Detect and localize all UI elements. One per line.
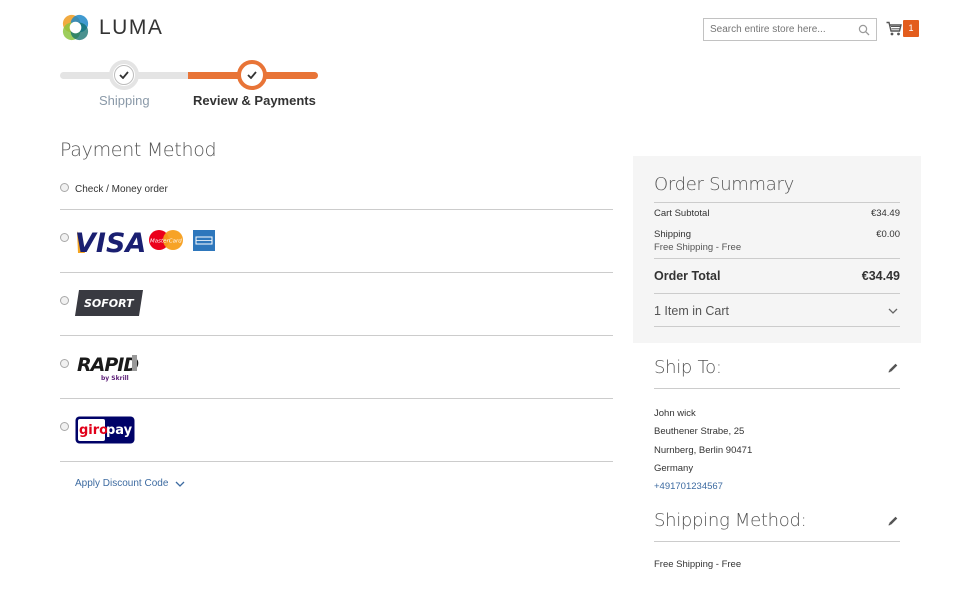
minicart[interactable]: 1: [886, 20, 919, 37]
pencil-edit-icon[interactable]: [887, 515, 899, 527]
payment-option-label[interactable]: Check / Money order: [75, 184, 168, 195]
items-in-cart-label[interactable]: 1 Item in Cart: [654, 304, 729, 318]
shipping-method-title: Shipping Method:: [654, 510, 807, 531]
apply-discount-toggle[interactable]: Apply Discount Code: [75, 478, 185, 489]
apply-discount-label[interactable]: Apply Discount Code: [75, 478, 168, 489]
giro-logo-text: giro: [79, 423, 108, 438]
skrill-logo-text: by Skrill: [101, 375, 129, 382]
step-shipping-marker[interactable]: [109, 60, 139, 90]
checkout-progress: Shipping Review & Payments: [60, 60, 320, 112]
search-input[interactable]: [710, 24, 858, 35]
address-phone[interactable]: +491701234567: [654, 478, 752, 496]
divider: [654, 388, 900, 389]
payment-radio[interactable]: [60, 359, 69, 368]
pay-logo-text: pay: [106, 423, 133, 438]
address-city: Nurnberg, Berlin 90471: [654, 444, 753, 456]
mastercard-logo-text: MasterCard: [150, 239, 182, 245]
address-country: Germany: [654, 462, 694, 474]
payment-option-giropay[interactable]: giro pay: [60, 399, 613, 462]
subtotal-row: Cart Subtotal €34.49: [654, 208, 900, 219]
payment-method-list: Check / Money order VISA MasterCard SOFO…: [60, 178, 613, 462]
payment-option-checkmo[interactable]: Check / Money order: [60, 178, 613, 210]
order-total-value: €34.49: [861, 269, 900, 283]
order-total-row: Order Total €34.49: [654, 269, 900, 283]
step-shipping-label[interactable]: Shipping: [99, 93, 150, 108]
shipping-row: Shipping €0.00: [654, 229, 900, 240]
chevron-down-icon[interactable]: [175, 481, 185, 487]
sofort-logo-icon: SOFORT: [75, 290, 143, 316]
divider: [654, 202, 900, 203]
payment-option-rapid[interactable]: RAPID by Skrill: [60, 336, 613, 399]
giropay-logo[interactable]: giro pay: [75, 416, 135, 449]
search-icon[interactable]: [858, 24, 870, 36]
checkmark-icon: [247, 71, 257, 79]
visa-mastercard-amex-logos: VISA MasterCard: [75, 228, 215, 259]
sofort-logo[interactable]: SOFORT: [75, 290, 143, 321]
giropay-logo-icon: giro pay: [75, 416, 135, 444]
payment-radio[interactable]: [60, 233, 69, 242]
step-review-label: Review & Payments: [193, 93, 316, 108]
shipping-method-header: Shipping Method:: [654, 510, 900, 531]
payment-option-sofort[interactable]: SOFORT: [60, 273, 613, 336]
chevron-down-icon[interactable]: [888, 308, 898, 314]
ship-to-title: Ship To:: [654, 357, 722, 378]
payment-radio[interactable]: [60, 296, 69, 305]
step-review-marker: [237, 60, 267, 90]
divider: [654, 258, 900, 259]
rapid-logo-text: RAPID: [77, 354, 138, 376]
sofort-logo-text: SOFORT: [84, 297, 135, 310]
cart-count-badge: 1: [903, 20, 919, 37]
payment-radio[interactable]: [60, 183, 69, 192]
subtotal-value: €34.49: [870, 208, 900, 219]
payment-radio[interactable]: [60, 422, 69, 431]
order-total-label: Order Total: [654, 269, 721, 283]
address-name: John wick: [654, 408, 696, 419]
shipping-label: Shipping: [654, 229, 691, 240]
address-street: Beuthener Strabe, 25: [654, 426, 745, 438]
order-summary-title: Order Summary: [654, 174, 794, 195]
order-summary: Order Summary Cart Subtotal €34.49 Shipp…: [633, 156, 921, 343]
card-logos[interactable]: VISA MasterCard: [75, 228, 220, 261]
subtotal-label: Cart Subtotal: [654, 208, 710, 219]
luma-logo-icon: [62, 14, 89, 41]
search-box[interactable]: [703, 18, 877, 41]
checkmark-icon: [119, 71, 129, 79]
divider: [654, 293, 900, 294]
store-name: LUMA: [99, 15, 164, 39]
ship-to-header: Ship To:: [654, 357, 900, 378]
payment-method-title: Payment Method: [60, 139, 217, 161]
pencil-edit-icon[interactable]: [887, 362, 899, 374]
visa-logo-text: VISA: [75, 228, 146, 256]
shopping-cart-icon[interactable]: [886, 21, 902, 36]
store-logo[interactable]: LUMA: [60, 12, 163, 43]
payment-option-card[interactable]: VISA MasterCard: [60, 210, 613, 273]
shipping-note: Free Shipping - Free: [654, 242, 742, 253]
divider: [654, 326, 900, 327]
shipping-address: John wick Beuthener Strabe, 25 Nurnberg,…: [654, 405, 752, 496]
shipping-value: €0.00: [876, 229, 900, 240]
rapid-transfer-logo[interactable]: RAPID by Skrill: [75, 353, 141, 388]
divider: [654, 541, 900, 542]
shipping-method-value: Free Shipping - Free: [654, 559, 742, 570]
rapid-transfer-logo-icon: RAPID by Skrill: [77, 354, 139, 382]
items-in-cart-toggle[interactable]: 1 Item in Cart: [654, 304, 900, 318]
